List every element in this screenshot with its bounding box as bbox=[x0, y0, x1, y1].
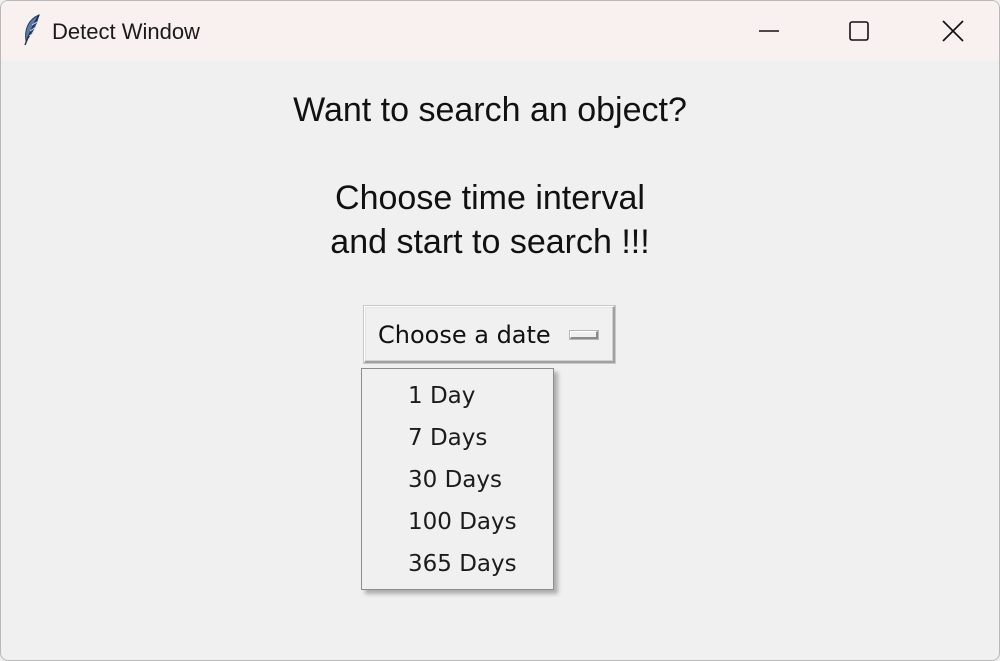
maximize-button[interactable] bbox=[814, 1, 904, 61]
menu-item-365-days[interactable]: 365 Days bbox=[408, 550, 517, 578]
date-options-popup: 1 Day 7 Days 30 Days 100 Days 365 Days bbox=[361, 368, 554, 590]
menu-item-100-days[interactable]: 100 Days bbox=[408, 508, 517, 536]
menu-item-30-days[interactable]: 30 Days bbox=[408, 466, 502, 494]
close-icon bbox=[942, 20, 964, 42]
maximize-icon bbox=[849, 21, 869, 41]
menu-item-1-day[interactable]: 1 Day bbox=[408, 382, 475, 410]
detect-window: Detect Window Want to search an object? … bbox=[0, 0, 1000, 661]
menu-item-7-days[interactable]: 7 Days bbox=[408, 424, 487, 452]
heading-instruction-line1: Choose time interval bbox=[335, 179, 645, 217]
minimize-button[interactable] bbox=[724, 1, 814, 61]
title-bar[interactable]: Detect Window bbox=[1, 1, 999, 61]
option-menu-indicator-icon bbox=[570, 331, 598, 339]
feather-icon bbox=[24, 14, 40, 46]
window-title: Detect Window bbox=[52, 19, 200, 44]
heading-instruction-line2: and start to search !!! bbox=[330, 223, 650, 261]
date-option-menu-label: Choose a date bbox=[378, 321, 551, 349]
close-button[interactable] bbox=[908, 1, 998, 61]
date-option-menu[interactable]: Choose a date bbox=[364, 306, 615, 363]
heading-question: Want to search an object? bbox=[293, 91, 687, 129]
minimize-icon bbox=[759, 30, 779, 32]
